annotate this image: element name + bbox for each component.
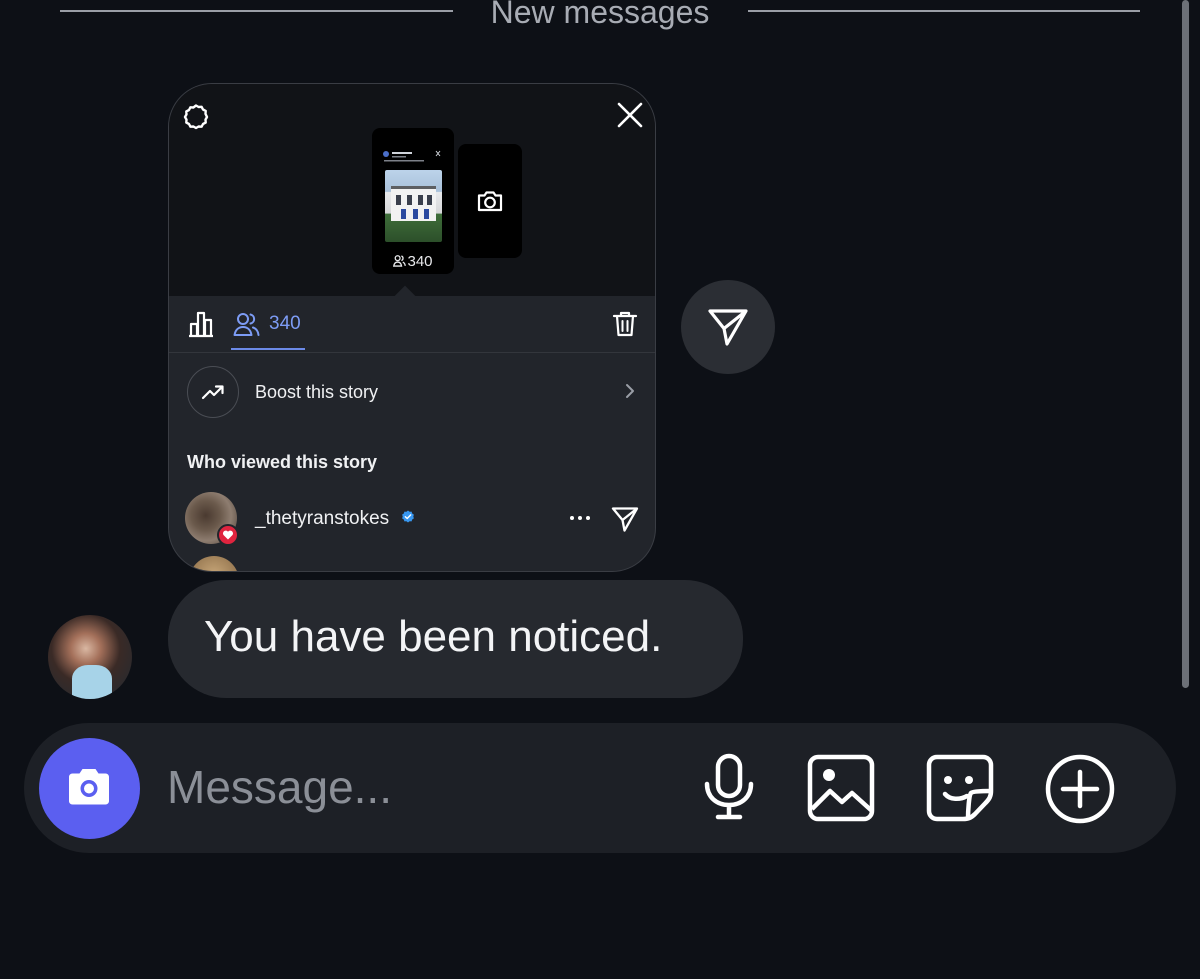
new-messages-divider: New messages [490,0,710,30]
viewers-count: 340 [269,313,301,334]
people-icon [393,255,407,267]
thumbnail-viewer-count: 340 [372,253,454,270]
sender-avatar[interactable] [48,615,132,699]
add-to-story-camera[interactable] [458,144,522,258]
share-story-button[interactable] [681,280,775,374]
scrollbar[interactable] [1182,0,1189,688]
trending-up-icon [201,385,224,400]
message-composer [24,723,1176,853]
boost-icon-circle [187,366,239,418]
viewer-username[interactable]: _thetyranstokes [255,508,389,530]
divider-line-right [748,10,1140,12]
send-icon [708,309,748,346]
people-icon [233,313,260,336]
verified-icon [402,510,414,523]
tab-viewers[interactable]: 340 [231,296,305,350]
camera-button[interactable] [39,738,140,839]
gallery-icon[interactable] [806,753,876,823]
message-text: You have been noticed. [204,612,663,661]
close-icon[interactable] [615,100,645,130]
thumbnail-house-photo [385,170,442,242]
story-reply-card: 340 340 Boost this story Who viewed this… [168,83,656,572]
add-icon[interactable] [1044,753,1116,825]
heart-icon [222,530,234,540]
story-preview-area: 340 [169,84,655,296]
divider-line-left [60,10,453,12]
viewers-section-title: Who viewed this story [187,452,378,472]
message-bubble[interactable]: You have been noticed. [168,580,743,698]
microphone-icon[interactable] [698,753,760,821]
thumbnail-viewer-count-text: 340 [407,253,433,270]
thumbnail-post-header [383,150,441,162]
viewer-avatar-partial[interactable] [189,556,239,571]
camera-icon [69,769,109,805]
trash-icon[interactable] [611,310,639,338]
viewer-list-item[interactable]: _thetyranstokes [169,488,655,546]
message-input[interactable] [167,759,667,815]
send-icon[interactable] [610,504,640,534]
camera-icon [477,191,503,212]
settings-icon[interactable] [181,102,211,132]
bar-chart-icon[interactable] [187,310,215,338]
story-thumbnail[interactable]: 340 [372,128,454,274]
boost-story-row[interactable]: Boost this story [169,352,655,430]
heart-reaction-badge [217,524,239,546]
boost-story-label: Boost this story [255,382,379,402]
sticker-icon[interactable] [925,753,995,823]
more-icon[interactable] [569,508,591,528]
story-insights-tabs: 340 [169,296,655,353]
chevron-right-icon [626,384,634,398]
